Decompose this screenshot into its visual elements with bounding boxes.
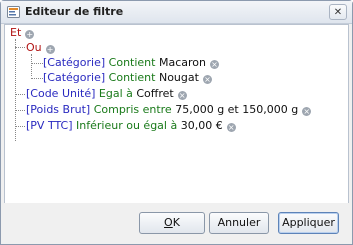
close-icon: ✕ bbox=[333, 6, 343, 18]
remove-condition-icon[interactable]: × bbox=[209, 60, 219, 69]
condition-value[interactable]: Coffret bbox=[136, 87, 173, 100]
condition-row[interactable]: [Code Unité] Egal à Coffret × bbox=[26, 87, 187, 101]
condition-row[interactable]: [Catégorie] Contient Macaron × bbox=[43, 56, 219, 70]
title-bar: Editeur de filtre ✕ bbox=[1, 1, 352, 24]
root-group[interactable]: Et + bbox=[10, 26, 35, 40]
tree-connector bbox=[15, 47, 25, 48]
window-title: Editeur de filtre bbox=[25, 5, 124, 18]
apply-label: Appliquer bbox=[282, 216, 335, 229]
tree-connector bbox=[15, 110, 25, 111]
tree-connector bbox=[15, 126, 25, 127]
ok-mnemonic: O bbox=[164, 216, 173, 229]
root-operator[interactable]: Et bbox=[10, 26, 21, 39]
condition-operator[interactable]: Contient bbox=[109, 56, 156, 69]
condition-row[interactable]: [Catégorie] Contient Nougat × bbox=[43, 71, 212, 85]
condition-operator[interactable]: Egal à bbox=[99, 87, 133, 100]
ok-label: K bbox=[172, 216, 180, 229]
apply-button[interactable]: Appliquer bbox=[278, 212, 339, 234]
condition-row[interactable]: [Poids Brut] Compris entre 75,000 g et 1… bbox=[26, 103, 312, 117]
condition-operator[interactable]: Inférieur ou égal à bbox=[76, 119, 177, 132]
condition-field[interactable]: [Catégorie] bbox=[43, 56, 105, 69]
remove-condition-icon[interactable]: × bbox=[302, 107, 312, 116]
filter-tree-panel: Et + Ou + [Catégorie] Contient Macaron × [C… bbox=[4, 24, 349, 204]
filter-icon bbox=[7, 6, 20, 18]
condition-field[interactable]: [Code Unité] bbox=[26, 87, 95, 100]
cancel-label: Annuler bbox=[217, 216, 261, 229]
condition-value[interactable]: Nougat bbox=[159, 71, 199, 84]
condition-field[interactable]: [Catégorie] bbox=[43, 71, 105, 84]
remove-condition-icon[interactable]: × bbox=[226, 123, 236, 132]
group-operator[interactable]: Ou bbox=[26, 41, 42, 54]
tree-connector bbox=[31, 54, 32, 76]
cancel-button[interactable]: Annuler bbox=[209, 212, 269, 234]
add-condition-icon[interactable]: + bbox=[45, 45, 55, 54]
condition-value[interactable]: Macaron bbox=[159, 56, 206, 69]
condition-row[interactable]: [PV TTC] Inférieur ou égal à 30,00 € × bbox=[26, 119, 236, 133]
tree-connector bbox=[31, 78, 43, 79]
remove-condition-icon[interactable]: × bbox=[177, 91, 187, 100]
condition-operator[interactable]: Compris entre bbox=[94, 103, 172, 116]
condition-value[interactable]: 75,000 g et 150,000 g bbox=[175, 103, 298, 116]
condition-field[interactable]: [Poids Brut] bbox=[26, 103, 90, 116]
tree-connector bbox=[15, 94, 25, 95]
add-condition-icon[interactable]: + bbox=[25, 30, 35, 39]
ok-button[interactable]: OK bbox=[139, 212, 205, 234]
tree-connector bbox=[31, 63, 43, 64]
close-button[interactable]: ✕ bbox=[329, 4, 347, 20]
or-group[interactable]: Ou + bbox=[26, 41, 55, 55]
condition-operator[interactable]: Contient bbox=[109, 71, 156, 84]
condition-field[interactable]: [PV TTC] bbox=[26, 119, 73, 132]
condition-value[interactable]: 30,00 € bbox=[181, 119, 223, 132]
filter-editor-window: Editeur de filtre ✕ Et + Ou + [Catégorie] … bbox=[0, 0, 353, 245]
button-bar: OK Annuler Appliquer bbox=[1, 203, 352, 244]
remove-condition-icon[interactable]: × bbox=[202, 75, 212, 84]
